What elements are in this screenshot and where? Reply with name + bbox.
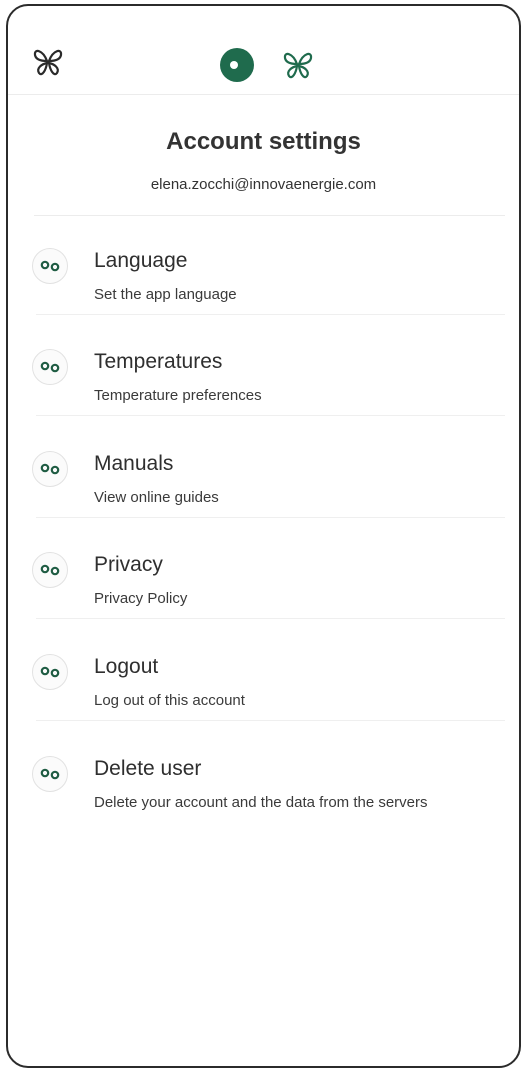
gears-icon: [32, 756, 68, 792]
divider: [36, 314, 505, 315]
menu-item-language[interactable]: Language Set the app language: [32, 238, 505, 338]
page-title: Account settings: [166, 128, 361, 155]
menu-item-label: Manuals: [94, 452, 174, 475]
divider: [36, 618, 505, 619]
menu-item-description: Temperature preferences: [94, 387, 262, 404]
status-toggle-icon[interactable]: [220, 48, 254, 82]
menu-item-description: Privacy Policy: [94, 590, 188, 607]
gears-icon: [32, 654, 68, 690]
divider: [36, 517, 505, 518]
menu-item-description: View online guides: [94, 489, 219, 506]
butterfly-logo-icon[interactable]: [280, 47, 316, 83]
menu-item-label: Delete user: [94, 757, 202, 780]
header-center-icons: [220, 45, 316, 85]
menu-item-label: Logout: [94, 655, 159, 678]
menu-item-description: Log out of this account: [94, 692, 245, 709]
gears-icon: [32, 451, 68, 487]
menu-item-description: Delete your account and the data from th…: [94, 794, 428, 811]
gears-icon: [32, 248, 68, 284]
butterfly-logo-icon[interactable]: [30, 44, 66, 80]
menu-item-manuals[interactable]: Manuals View online guides: [32, 441, 505, 541]
divider: [34, 215, 505, 216]
divider: [36, 720, 505, 721]
menu-item-delete-user[interactable]: Delete user Delete your account and the …: [32, 746, 505, 856]
menu-item-privacy[interactable]: Privacy Privacy Policy: [32, 542, 505, 642]
menu-item-label: Temperatures: [94, 350, 223, 373]
menu-item-label: Language: [94, 249, 188, 272]
gears-icon: [32, 349, 68, 385]
top-bar: [8, 6, 519, 95]
menu-item-label: Privacy: [94, 553, 163, 576]
gears-icon: [32, 552, 68, 588]
phone-frame: Account settings elena.zocchi@innovaener…: [6, 4, 521, 1068]
account-email: elena.zocchi@innovaenergie.com: [150, 176, 377, 193]
divider: [36, 415, 505, 416]
menu-item-temperatures[interactable]: Temperatures Temperature preferences: [32, 339, 505, 439]
menu-item-description: Set the app language: [94, 286, 237, 303]
menu-item-logout[interactable]: Logout Log out of this account: [32, 644, 505, 744]
